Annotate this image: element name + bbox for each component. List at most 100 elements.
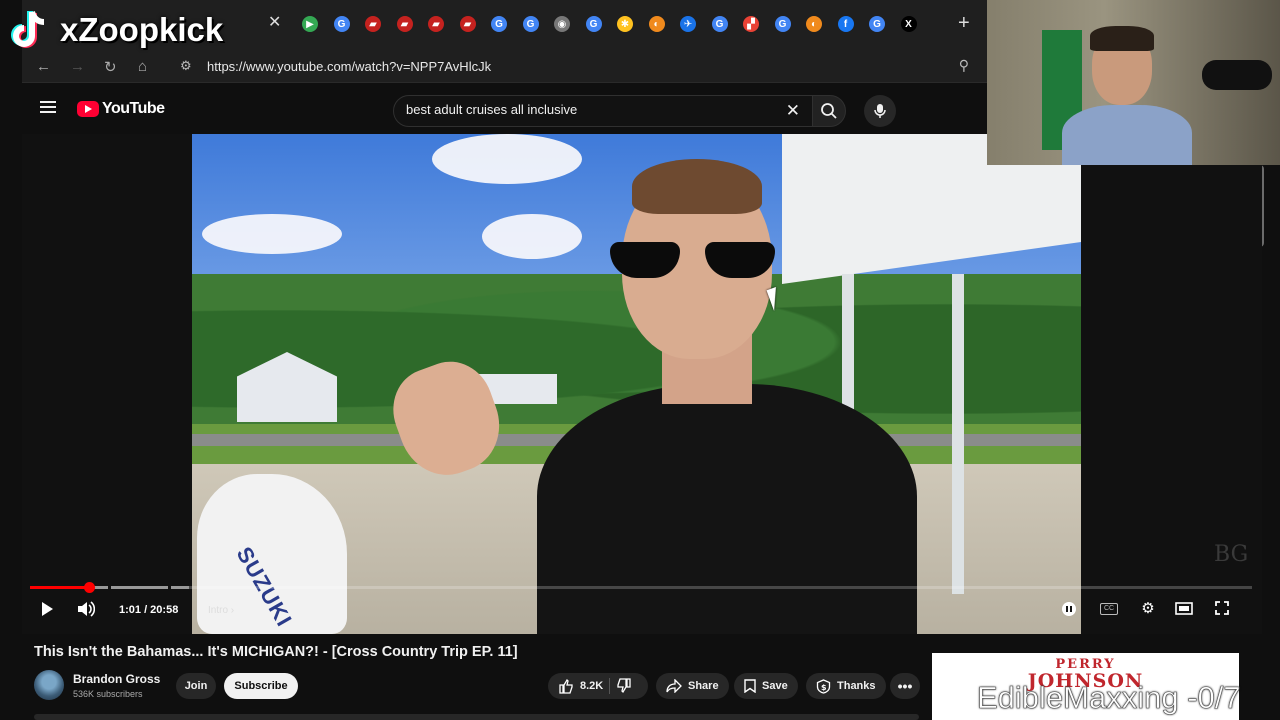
progress-track	[30, 586, 1252, 589]
new-tab-icon[interactable]: +	[958, 12, 970, 35]
search-button[interactable]	[812, 95, 846, 127]
walmart-tab-icon[interactable]: ✱	[617, 16, 633, 32]
slides-tab-icon[interactable]: ▰	[428, 16, 444, 32]
captions-icon[interactable]: CC	[1100, 603, 1118, 615]
video-person-hair	[632, 159, 762, 214]
youtube-logo[interactable]: YouTube	[77, 100, 165, 118]
thumbs-up-icon	[559, 678, 573, 694]
google-tab-icon[interactable]: G	[333, 16, 350, 32]
chapter-title: Intro	[208, 605, 229, 616]
slides-tab-icon[interactable]: ▰	[459, 16, 476, 32]
fullscreen-icon[interactable]	[1212, 598, 1232, 618]
chapter-label[interactable]: Intro ›	[208, 605, 234, 616]
slides-tab-icon[interactable]: ▰	[396, 16, 413, 32]
x-tab-icon[interactable]: X	[900, 16, 917, 32]
tiktok-overlay: xZoopkick	[0, 0, 260, 60]
webcam-shirt	[1062, 105, 1192, 165]
google-tab-icon[interactable]: G	[869, 16, 885, 32]
chapter-marker	[168, 586, 171, 589]
super-thanks-icon: $	[816, 678, 831, 694]
video-sunglasses	[610, 242, 780, 280]
channel-watermark[interactable]: BG	[1214, 542, 1248, 567]
save-label: Save	[762, 680, 788, 692]
volume-button[interactable]	[77, 601, 96, 622]
share-label: Share	[688, 680, 719, 692]
subscribe-button[interactable]: Subscribe	[224, 673, 298, 699]
video-frame[interactable]: SUZUKI	[192, 134, 1081, 634]
hamburger-menu-icon[interactable]	[40, 101, 56, 113]
google-tab-icon[interactable]: G	[711, 16, 728, 32]
play-icon	[42, 602, 53, 616]
forward-icon[interactable]: →	[70, 58, 85, 75]
webcam-hair	[1090, 26, 1154, 51]
more-actions-button[interactable]: •••	[890, 673, 920, 699]
search-box[interactable]: ✕	[393, 95, 813, 127]
svg-text:$: $	[821, 683, 827, 692]
progress-played	[30, 586, 89, 589]
edge-tab-icon[interactable]: ◐	[648, 16, 665, 32]
autoplay-toggle[interactable]	[1062, 602, 1076, 616]
edge-tab-icon[interactable]: ◐	[806, 16, 822, 32]
google-tab-icon[interactable]: G	[585, 16, 602, 32]
home-icon[interactable]: ⌂	[138, 58, 147, 75]
video-cloud	[432, 134, 582, 184]
youtube-play-icon	[77, 101, 99, 117]
thumbs-down-icon[interactable]	[616, 678, 632, 694]
share-button[interactable]: Share	[656, 673, 729, 699]
streamer-name: xZoopkick	[60, 11, 224, 48]
plane-tab-icon[interactable]: ✈	[680, 16, 696, 32]
scrubber-handle[interactable]	[84, 582, 95, 593]
url-field[interactable]: https://www.youtube.com/watch?v=NPP7AvHl…	[207, 59, 491, 74]
tiktok-logo-icon	[10, 8, 50, 52]
settings-gear-icon[interactable]: ⚙	[1138, 598, 1158, 618]
time-display: 1:01 / 20:58	[119, 604, 179, 616]
zoom-icon[interactable]: ⚲	[959, 57, 969, 74]
close-tab-icon[interactable]: ✕	[268, 12, 281, 32]
pause-icon	[1066, 606, 1072, 612]
subscriber-count: 536K subscribers	[73, 689, 143, 699]
save-button[interactable]: Save	[734, 673, 798, 699]
description-box-edge	[34, 714, 919, 720]
video-player[interactable]: SUZUKI BG 1:01 / 20:58 Intro › CC ⚙	[22, 134, 1262, 634]
theater-mode-icon[interactable]	[1174, 598, 1194, 618]
more-horizontal-icon: •••	[897, 678, 913, 694]
facebook-tab-icon[interactable]: f	[837, 16, 854, 32]
google-tab-icon[interactable]: G	[522, 16, 539, 32]
chapter-marker	[108, 586, 111, 589]
progress-bar[interactable]	[30, 582, 1252, 593]
join-button[interactable]: Join	[176, 673, 216, 699]
channel-name[interactable]: Brandon Gross	[73, 672, 160, 686]
site-info-icon[interactable]: ⚙	[180, 58, 192, 74]
channel-avatar[interactable]	[34, 670, 64, 700]
webcam-streamer	[1062, 26, 1192, 165]
google-tab-icon[interactable]: G	[491, 16, 507, 32]
clear-search-icon[interactable]: ✕	[786, 101, 800, 121]
play-tab-icon[interactable]: ▶	[302, 16, 318, 32]
screen: ✕ ▶ G ▰ ▰ ▰ ▰ G G ◉ G ✱ ◐ ✈ G ▞ G ◐ f G X + ← → ↻ ⌂ ⚙ https…	[0, 0, 1280, 720]
search-input[interactable]	[406, 102, 776, 117]
reload-icon[interactable]: ↻	[104, 58, 117, 76]
video-title: This Isn't the Bahamas... It's MICHIGAN?…	[34, 644, 518, 660]
overlay-ticker: EdibleMaxxing -0/7	[977, 680, 1241, 716]
back-icon[interactable]: ←	[36, 58, 51, 75]
share-icon	[666, 679, 682, 693]
player-controls: 1:01 / 20:58 Intro › CC ⚙	[22, 598, 1262, 624]
slides-tab-icon[interactable]: ▰	[365, 16, 381, 32]
microphone-icon	[874, 104, 886, 118]
video-boat-rail	[952, 274, 964, 594]
thanks-label: Thanks	[837, 680, 876, 692]
video-cloud	[202, 214, 342, 254]
like-button[interactable]: 8.2K	[558, 678, 603, 694]
search-icon	[821, 103, 837, 119]
voice-search-button[interactable]	[864, 95, 896, 127]
youtube-header: YouTube ✕	[22, 84, 987, 134]
thanks-button[interactable]: $ Thanks	[806, 673, 886, 699]
webcam-microphone	[1202, 60, 1272, 90]
like-dislike-group: 8.2K	[548, 673, 648, 699]
play-button[interactable]	[40, 601, 54, 622]
youtube-wordmark: YouTube	[102, 100, 165, 117]
like-count: 8.2K	[580, 680, 604, 692]
chrome-tab-icon[interactable]: ◉	[554, 16, 570, 32]
google-tab-icon[interactable]: G	[774, 16, 791, 32]
app-tab-icon[interactable]: ▞	[743, 16, 759, 32]
